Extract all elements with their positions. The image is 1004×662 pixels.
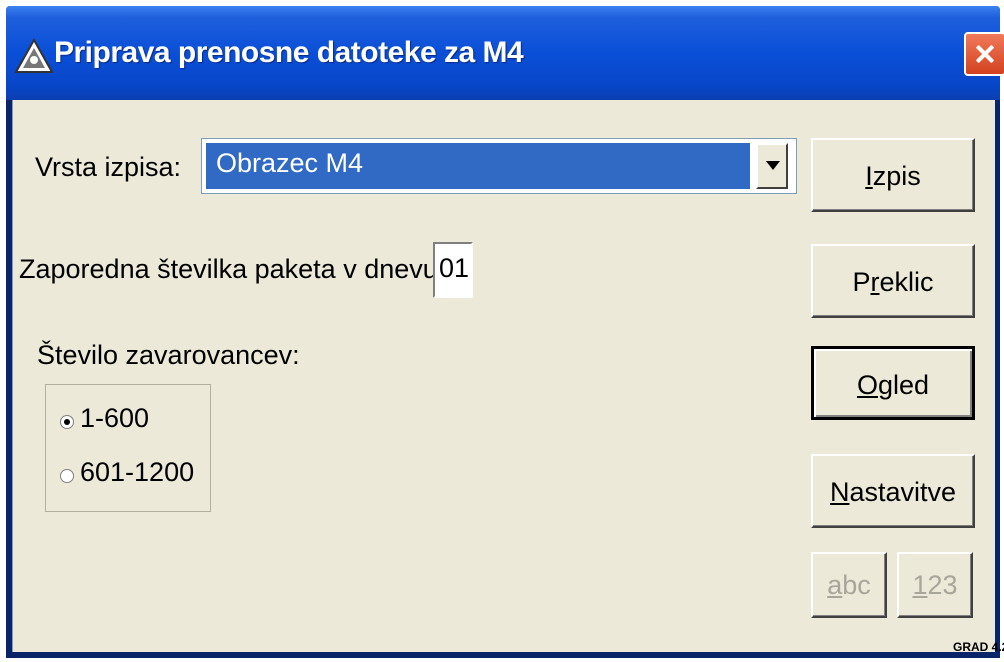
cancel-button[interactable]: Preklic (811, 244, 975, 318)
packet-number-input[interactable]: 01 (433, 242, 473, 298)
report-type-dropdown[interactable]: Obrazec M4 (201, 138, 797, 194)
abc-mnemonic: a (827, 570, 843, 600)
dialog-window: Priprava prenosne datoteke za M4 Vrsta i… (6, 6, 1004, 658)
window-title: Priprava prenosne datoteke za M4 (54, 36, 524, 69)
radio-601-1200[interactable] (60, 469, 74, 483)
cancel-mnemonic: r (870, 267, 880, 297)
print-mnemonic: I (865, 161, 873, 191)
preview-label: gled (877, 370, 930, 400)
abc-label: bc (842, 570, 871, 600)
report-type-value: Obrazec M4 (206, 143, 750, 189)
settings-label: astavitve (849, 477, 957, 507)
radio-1-600-label[interactable]: 1-600 (80, 403, 149, 434)
num-mnemonic: 1 (912, 570, 928, 600)
preview-mnemonic: O (856, 370, 878, 400)
dialog-client: Vrsta izpisa: Obrazec M4 Zaporedna števi… (12, 100, 1004, 654)
radio-601-1200-label[interactable]: 601-1200 (80, 457, 194, 488)
cancel-prefix: P (852, 267, 871, 297)
chevron-down-icon[interactable] (756, 143, 788, 189)
radio-1-600[interactable] (60, 415, 74, 429)
cancel-label: eklic (879, 267, 934, 297)
version-label: GRAD 4.2 (953, 640, 1004, 654)
insured-count-group: 1-600 601-1200 (45, 384, 211, 512)
print-button[interactable]: Izpis (811, 138, 975, 212)
preview-button[interactable]: Ogled (811, 346, 975, 420)
print-label: zpis (872, 161, 921, 191)
num-button[interactable]: 123 (897, 552, 973, 618)
close-button[interactable] (964, 32, 1004, 76)
title-bar[interactable]: Priprava prenosne datoteke za M4 (6, 6, 1004, 100)
insured-count-label: Število zavarovancev: (37, 340, 300, 370)
num-label: 23 (927, 570, 958, 600)
settings-mnemonic: N (829, 477, 850, 507)
settings-button[interactable]: Nastavitve (811, 454, 975, 528)
report-type-label: Vrsta izpisa: (35, 152, 182, 182)
app-icon (14, 38, 54, 73)
packet-number-label: Zaporedna številka paketa v dnevu: (19, 254, 446, 284)
abc-button[interactable]: abc (811, 552, 887, 618)
